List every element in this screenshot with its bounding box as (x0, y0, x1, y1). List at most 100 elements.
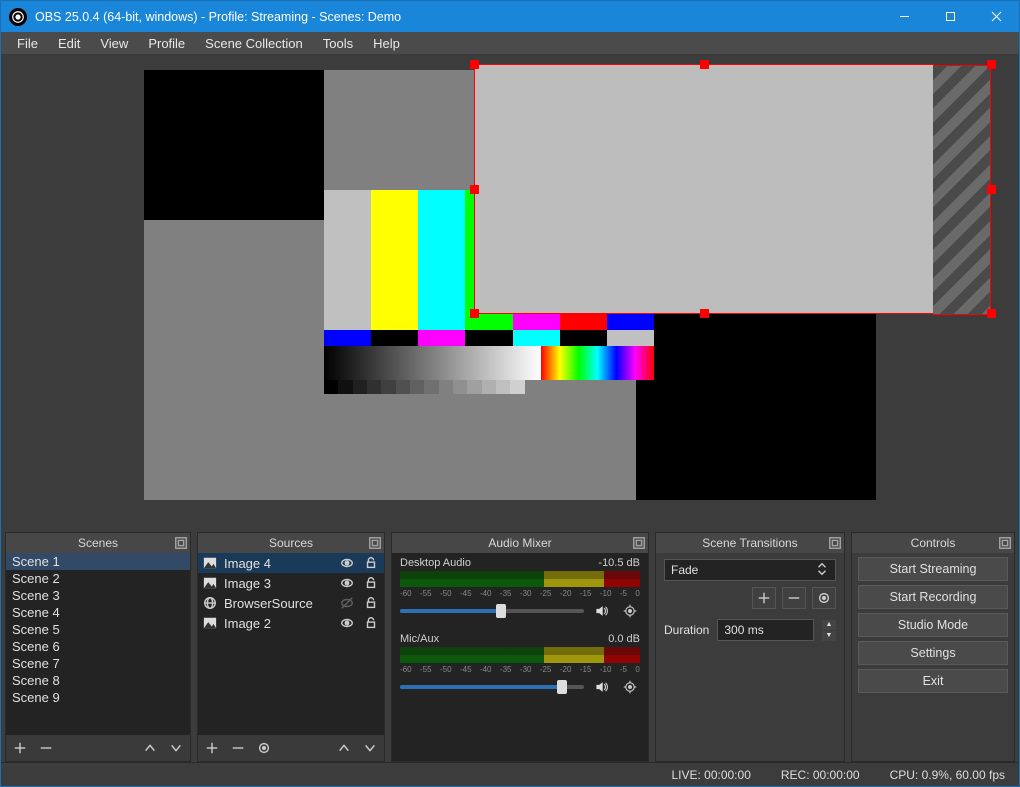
preview-area[interactable] (1, 54, 1019, 532)
controls-panel: Controls Start Streaming Start Recording… (851, 532, 1015, 762)
resize-handle-tm[interactable] (700, 60, 709, 69)
scene-down-button[interactable] (166, 738, 186, 758)
source-item[interactable]: Image 2 (198, 613, 384, 633)
scene-item[interactable]: Scene 4 (6, 604, 190, 621)
lock-toggle-icon[interactable] (362, 616, 380, 630)
detach-icon[interactable] (368, 536, 380, 548)
settings-button[interactable]: Settings (858, 641, 1008, 665)
source-label: Image 3 (224, 576, 332, 591)
resize-handle-tr[interactable] (987, 60, 996, 69)
mixer-title: Audio Mixer (488, 536, 551, 550)
scene-item[interactable]: Scene 2 (6, 570, 190, 587)
menu-tools[interactable]: Tools (313, 34, 363, 53)
duration-down-button[interactable]: ▼ (822, 631, 836, 641)
scene-item[interactable]: Scene 8 (6, 672, 190, 689)
scene-item[interactable]: Scene 6 (6, 638, 190, 655)
lock-toggle-icon[interactable] (362, 576, 380, 590)
source-item[interactable]: Image 4 (198, 553, 384, 573)
close-button[interactable] (973, 1, 1019, 32)
resize-handle-bl[interactable] (470, 309, 479, 318)
source-up-button[interactable] (334, 738, 354, 758)
menu-file[interactable]: File (7, 34, 48, 53)
mixer-header[interactable]: Audio Mixer (392, 533, 648, 553)
scene-up-button[interactable] (140, 738, 160, 758)
status-rec: REC: 00:00:00 (781, 768, 860, 782)
transitions-header[interactable]: Scene Transitions (656, 533, 844, 553)
visibility-toggle-icon[interactable] (338, 556, 356, 570)
scene-item[interactable]: Scene 9 (6, 689, 190, 706)
volume-meter: -60-55-50-45-40-35-30-25-20-15-10-50 (400, 571, 640, 587)
scene-item[interactable]: Scene 7 (6, 655, 190, 672)
source-label: Image 2 (224, 616, 332, 631)
sources-list-body[interactable]: Image 4 Image 3 BrowserSource Image 2 (198, 553, 384, 735)
duration-input[interactable]: 300 ms (717, 619, 814, 641)
scenes-header[interactable]: Scenes (6, 533, 190, 553)
selected-source-bounds[interactable] (474, 64, 934, 314)
image-icon (202, 615, 218, 631)
maximize-button[interactable] (927, 1, 973, 32)
remove-transition-button[interactable] (782, 587, 806, 609)
preview-canvas[interactable] (144, 70, 876, 500)
resize-handle-mr[interactable] (987, 185, 996, 194)
menu-edit[interactable]: Edit (48, 34, 90, 53)
detach-icon[interactable] (174, 536, 186, 548)
statusbar: LIVE: 00:00:00 REC: 00:00:00 CPU: 0.9%, … (1, 762, 1019, 786)
status-live: LIVE: 00:00:00 (671, 768, 750, 782)
titlebar[interactable]: OBS 25.0.4 (64-bit, windows) - Profile: … (1, 1, 1019, 32)
transitions-panel: Scene Transitions Fade Duration 300 ms (655, 532, 845, 762)
source-item[interactable]: Image 3 (198, 573, 384, 593)
lock-toggle-icon[interactable] (362, 596, 380, 610)
detach-icon[interactable] (828, 536, 840, 548)
detach-icon[interactable] (632, 536, 644, 548)
resize-handle-br[interactable] (987, 309, 996, 318)
duration-up-button[interactable]: ▲ (822, 620, 836, 630)
exit-button[interactable]: Exit (858, 669, 1008, 693)
gear-icon[interactable] (620, 601, 640, 621)
start-streaming-button[interactable]: Start Streaming (858, 557, 1008, 581)
controls-header[interactable]: Controls (852, 533, 1014, 553)
sources-toolbar (198, 735, 384, 761)
duration-label: Duration (664, 623, 709, 637)
menu-profile[interactable]: Profile (138, 34, 195, 53)
source-properties-button[interactable] (254, 738, 274, 758)
channel-name: Mic/Aux (400, 633, 439, 645)
add-scene-button[interactable] (10, 738, 30, 758)
scenes-toolbar (6, 735, 190, 761)
volume-slider[interactable] (400, 685, 584, 689)
resize-handle-tl[interactable] (470, 60, 479, 69)
transition-select[interactable]: Fade (664, 559, 836, 581)
add-source-button[interactable] (202, 738, 222, 758)
visibility-toggle-icon[interactable] (338, 596, 356, 610)
visibility-toggle-icon[interactable] (338, 576, 356, 590)
gear-icon[interactable] (620, 677, 640, 697)
source-down-button[interactable] (360, 738, 380, 758)
transition-settings-button[interactable] (812, 587, 836, 609)
source-item[interactable]: BrowserSource (198, 593, 384, 613)
add-transition-button[interactable] (752, 587, 776, 609)
lock-toggle-icon[interactable] (362, 556, 380, 570)
detach-icon[interactable] (998, 536, 1010, 548)
menu-scene-collection[interactable]: Scene Collection (195, 34, 313, 53)
scene-item[interactable]: Scene 3 (6, 587, 190, 604)
scenes-list-body[interactable]: Scene 1Scene 2Scene 3Scene 4Scene 5Scene… (6, 553, 190, 735)
resize-handle-ml[interactable] (470, 185, 479, 194)
mixer-body: Desktop Audio-10.5 dB-60-55-50-45-40-35-… (392, 553, 648, 761)
remove-scene-button[interactable] (36, 738, 56, 758)
visibility-toggle-icon[interactable] (338, 616, 356, 630)
chevron-updown-icon (815, 562, 829, 579)
transitions-body: Fade Duration 300 ms ▲ ▼ (656, 553, 844, 647)
remove-source-button[interactable] (228, 738, 248, 758)
volume-slider[interactable] (400, 609, 584, 613)
sources-header[interactable]: Sources (198, 533, 384, 553)
start-recording-button[interactable]: Start Recording (858, 585, 1008, 609)
speaker-icon[interactable] (592, 601, 612, 621)
menu-help[interactable]: Help (363, 34, 410, 53)
scene-item[interactable]: Scene 5 (6, 621, 190, 638)
minimize-button[interactable] (881, 1, 927, 32)
scene-item[interactable]: Scene 1 (6, 553, 190, 570)
controls-title: Controls (911, 536, 956, 550)
studio-mode-button[interactable]: Studio Mode (858, 613, 1008, 637)
menu-view[interactable]: View (90, 34, 138, 53)
speaker-icon[interactable] (592, 677, 612, 697)
resize-handle-bm[interactable] (700, 309, 709, 318)
